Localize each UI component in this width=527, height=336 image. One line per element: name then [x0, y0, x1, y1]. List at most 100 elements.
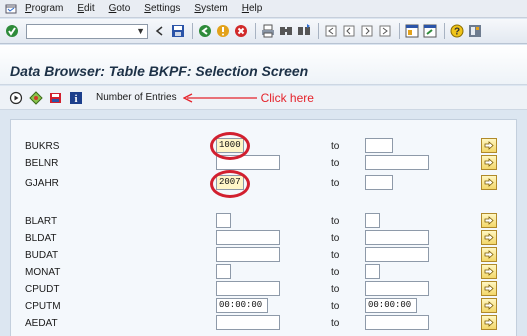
bldat-from-input[interactable] [216, 230, 280, 245]
command-field[interactable]: ▼ [26, 23, 148, 39]
toolbar-separator [444, 23, 445, 39]
to-label: to [331, 216, 340, 227]
bldat-to-input[interactable] [365, 230, 429, 245]
arrow-right-icon [484, 267, 494, 276]
field-label: AEDAT [25, 318, 58, 329]
arrow-right-icon [484, 318, 494, 327]
multiple-selection-button[interactable] [481, 298, 497, 313]
field-label: GJAHR [25, 178, 59, 189]
multiple-selection-button[interactable] [481, 247, 497, 262]
belnr-to-input[interactable] [365, 155, 429, 170]
arrow-right-icon [484, 250, 494, 259]
menu-edit[interactable]: Edit [77, 3, 94, 14]
annotation-arrow-icon [182, 92, 257, 103]
info-icon[interactable]: i [68, 90, 84, 106]
field-label: BLDAT [25, 233, 57, 244]
last-page-icon[interactable] [377, 23, 393, 39]
to-label: to [331, 158, 340, 169]
multiple-selection-button[interactable] [481, 230, 497, 245]
to-label: to [331, 267, 340, 278]
highlight-circle-gjahr [210, 170, 250, 198]
field-row-budat: BUDAT to [11, 247, 518, 263]
field-label: CPUDT [25, 284, 60, 295]
next-page-icon[interactable] [359, 23, 375, 39]
multiple-selection-button[interactable] [481, 175, 497, 190]
field-row-monat: MONAT to [11, 264, 518, 280]
save-icon[interactable] [170, 23, 186, 39]
field-label: BELNR [25, 158, 59, 169]
page-title: Data Browser: Table BKPF: Selection Scre… [10, 63, 309, 79]
field-row-cputm: CPUTM 00:00:00 to 00:00:00 [11, 298, 518, 314]
print-icon[interactable] [260, 23, 276, 39]
toolbar-separator [318, 23, 319, 39]
annotation-label: Click here [260, 90, 314, 105]
find-icon[interactable] [278, 23, 294, 39]
chevron-down-icon[interactable]: ▼ [136, 26, 145, 36]
layout-icon[interactable] [467, 23, 483, 39]
menu-settings[interactable]: Settings [144, 3, 180, 14]
field-label: BUKRS [25, 141, 60, 152]
menu-help[interactable]: Help [242, 3, 263, 14]
back-icon[interactable] [152, 23, 168, 39]
first-page-icon[interactable] [323, 23, 339, 39]
aedat-from-input[interactable] [216, 315, 280, 330]
gjahr-to-input[interactable] [365, 175, 393, 190]
cputm-to-input[interactable]: 00:00:00 [365, 298, 417, 313]
create-session-icon[interactable] [404, 23, 420, 39]
to-label: to [331, 318, 340, 329]
multiple-selection-button[interactable] [481, 315, 497, 330]
toolbar-separator [399, 23, 400, 39]
multiple-selection-button[interactable] [481, 155, 497, 170]
aedat-to-input[interactable] [365, 315, 429, 330]
menu-system[interactable]: System [194, 3, 227, 14]
enter-icon[interactable] [4, 23, 20, 39]
title-bar: Data Browser: Table BKPF: Selection Scre… [0, 45, 527, 85]
to-label: to [331, 178, 340, 189]
to-label: to [331, 233, 340, 244]
arrow-right-icon [484, 141, 494, 150]
variant-icon[interactable] [28, 90, 44, 106]
exit-icon[interactable] [215, 23, 231, 39]
prev-page-icon[interactable] [341, 23, 357, 39]
save-variant-icon[interactable] [48, 90, 64, 106]
budat-to-input[interactable] [365, 247, 429, 262]
highlight-circle-bukrs [210, 132, 250, 160]
blart-to-input[interactable] [365, 213, 380, 228]
field-label: CPUTM [25, 301, 61, 312]
multiple-selection-button[interactable] [481, 138, 497, 153]
svg-text:?: ? [454, 27, 460, 38]
back-arrow-icon[interactable] [197, 23, 213, 39]
toolbar-separator [255, 23, 256, 39]
shortcut-icon[interactable] [422, 23, 438, 39]
cpudt-from-input[interactable] [216, 281, 280, 296]
monat-from-input[interactable] [216, 264, 231, 279]
menu-program[interactable]: Program [25, 3, 63, 14]
blart-from-input[interactable] [216, 213, 231, 228]
to-label: to [331, 284, 340, 295]
cputm-from-input[interactable]: 00:00:00 [216, 298, 268, 313]
budat-from-input[interactable] [216, 247, 280, 262]
field-label: BUDAT [25, 250, 59, 261]
field-row-bldat: BLDAT to [11, 230, 518, 246]
menu-bar: Program Edit Goto Settings System Help [0, 0, 527, 18]
find-next-icon[interactable] [296, 23, 312, 39]
number-of-entries-button[interactable]: Number of Entries [96, 92, 177, 103]
svg-text:i: i [74, 93, 77, 105]
system-menu-icon[interactable] [5, 3, 17, 15]
cpudt-to-input[interactable] [365, 281, 429, 296]
menu-goto[interactable]: Goto [109, 3, 131, 14]
arrow-right-icon [484, 233, 494, 242]
cancel-icon[interactable] [233, 23, 249, 39]
multiple-selection-button[interactable] [481, 213, 497, 228]
arrow-right-icon [484, 301, 494, 310]
bukrs-to-input[interactable] [365, 138, 393, 153]
monat-to-input[interactable] [365, 264, 380, 279]
field-label: MONAT [25, 267, 61, 278]
multiple-selection-button[interactable] [481, 281, 497, 296]
field-row-gjahr: GJAHR 2007 to [11, 175, 518, 191]
help-icon[interactable]: ? [449, 23, 465, 39]
execute-icon[interactable] [8, 90, 24, 106]
arrow-right-icon [484, 158, 494, 167]
field-row-cpudt: CPUDT to [11, 281, 518, 297]
multiple-selection-button[interactable] [481, 264, 497, 279]
